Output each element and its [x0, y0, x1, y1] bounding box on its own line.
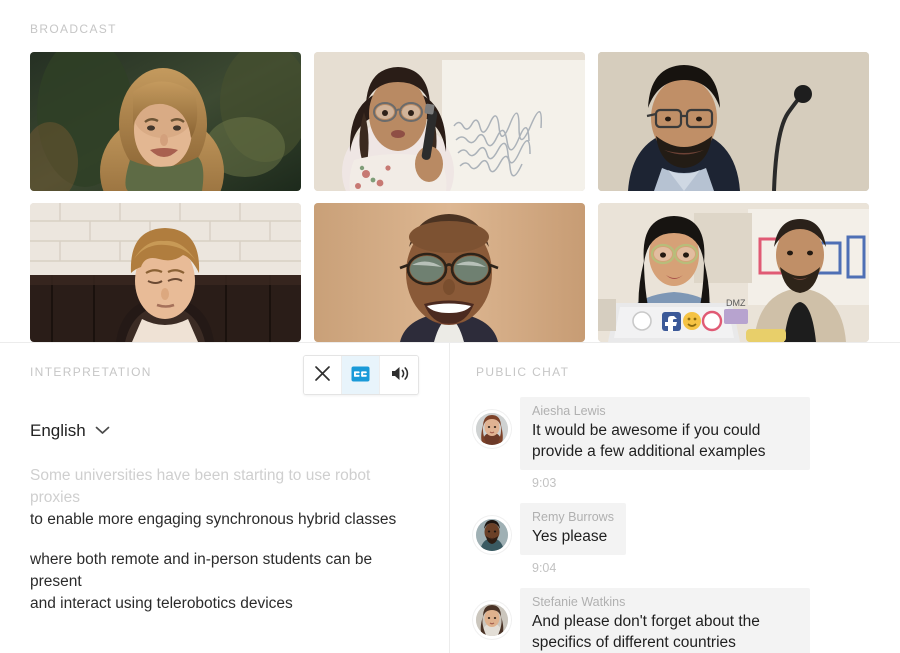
avatar-woman-auburn-hair	[476, 413, 508, 445]
chat-bubble: Aiesha Lewis It would be awesome if you …	[520, 397, 810, 470]
transcript-paragraph: where both remote and in-person students…	[30, 549, 420, 615]
avatar	[476, 519, 508, 551]
avatar-woman-brown-hair	[476, 604, 508, 636]
participant-video-6: DMZ	[598, 203, 869, 342]
participant-tile-3[interactable]	[598, 52, 869, 191]
broadcast-section: BROADCAST DMZ	[0, 0, 900, 343]
chat-author: Remy Burrows	[532, 510, 614, 524]
chat-author: Aiesha Lewis	[532, 404, 606, 418]
broadcast-app: BROADCAST DMZ INTERPRETATION English Som…	[0, 0, 900, 653]
public-chat-label: PUBLIC CHAT	[476, 365, 570, 379]
transcript-line: where both remote and in-person students…	[30, 551, 373, 590]
close-icon	[314, 365, 331, 385]
chat-message-body: Aiesha Lewis It would be awesome if you …	[520, 397, 810, 490]
transcript-faded-line: Some universities have been starting to …	[30, 467, 371, 506]
interpretation-controls	[303, 355, 419, 395]
interpretation-label: INTERPRETATION	[30, 365, 152, 379]
transcript-paragraph: Some universities have been starting to …	[30, 465, 420, 531]
chat-timestamp: 9:03	[532, 476, 557, 490]
svg-text:DMZ: DMZ	[726, 298, 746, 308]
participant-video-3	[598, 52, 869, 191]
chat-message-body: Stefanie Watkins And please don't forget…	[520, 588, 810, 653]
avatar	[476, 604, 508, 636]
chat-bubble: Remy Burrows Yes please	[520, 503, 626, 555]
interpretation-panel: INTERPRETATION English Some universities…	[0, 343, 450, 653]
chat-message: Remy Burrows Yes please 9:04	[476, 503, 900, 575]
volume-button[interactable]	[380, 356, 418, 394]
broadcast-label: BROADCAST	[30, 22, 117, 36]
chat-message: Aiesha Lewis It would be awesome if you …	[476, 397, 900, 490]
chat-author: Stefanie Watkins	[532, 595, 626, 609]
volume-icon	[390, 365, 409, 385]
chat-text: It would be awesome if you could provide…	[532, 422, 766, 460]
public-chat-panel: PUBLIC CHAT Aiesha Lewis It would be awe…	[450, 343, 900, 653]
participant-tile-grid: DMZ	[30, 52, 870, 342]
transcript-line: to enable more engaging synchronous hybr…	[30, 511, 397, 528]
chat-message-list: Aiesha Lewis It would be awesome if you …	[476, 397, 900, 653]
interpretation-header: INTERPRETATION	[30, 355, 419, 409]
transcript-line: and interact using telerobotics devices	[30, 595, 293, 612]
participant-video-1	[30, 52, 301, 191]
transcript: Some universities have been starting to …	[30, 465, 420, 615]
participant-tile-4[interactable]	[30, 203, 301, 342]
chevron-down-icon	[95, 422, 110, 440]
language-label: English	[30, 421, 86, 440]
chat-timestamp: 9:04	[532, 561, 557, 575]
chat-text: And please don't forget about the specif…	[532, 613, 760, 651]
participant-tile-6[interactable]: DMZ	[598, 203, 869, 342]
avatar-man-dark-skin	[476, 519, 508, 551]
participant-video-2	[314, 52, 585, 191]
avatar	[476, 413, 508, 445]
chat-message-body: Remy Burrows Yes please 9:04	[520, 503, 626, 575]
participant-video-4	[30, 203, 301, 342]
participant-tile-2[interactable]	[314, 52, 585, 191]
cc-icon	[351, 366, 370, 385]
chat-bubble: Stefanie Watkins And please don't forget…	[520, 588, 810, 653]
participant-video-5	[314, 203, 585, 342]
closed-captions-toggle[interactable]	[342, 356, 380, 394]
chat-message: Stefanie Watkins And please don't forget…	[476, 588, 900, 653]
participant-tile-5[interactable]	[314, 203, 585, 342]
language-selector[interactable]: English	[30, 421, 110, 441]
participant-tile-1[interactable]	[30, 52, 301, 191]
close-interpretation-button[interactable]	[304, 356, 342, 394]
lower-panels: INTERPRETATION English Some universities…	[0, 343, 900, 653]
chat-text: Yes please	[532, 528, 608, 545]
